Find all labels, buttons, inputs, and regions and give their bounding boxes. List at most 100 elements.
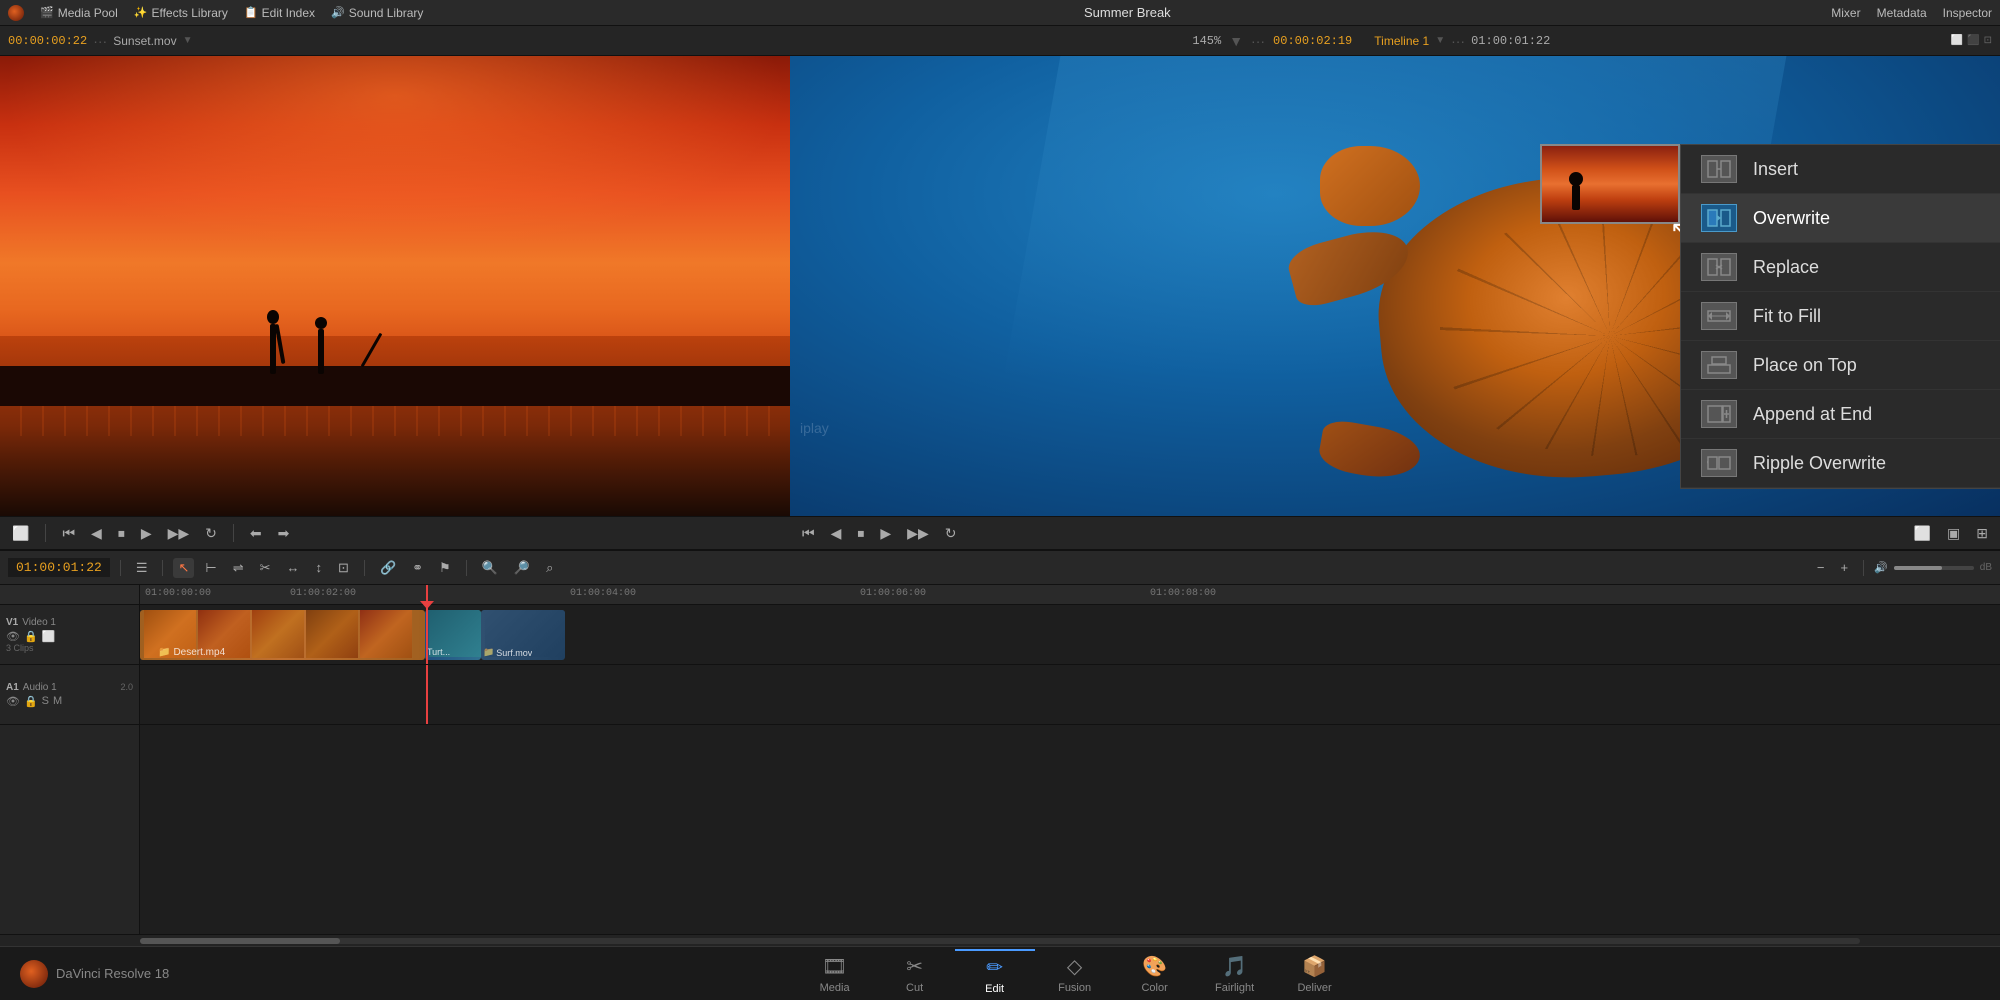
timeline-section: 01:00:01:22 ☰ ↖ ⊢ ⇌ ✂ ↔ ↕ ⊡ 🔗 ⚭ ⚑ 🔍 🔎 ⌕ … — [0, 550, 2000, 934]
a1-header: A1 Audio 1 2.0 👁 🔒 S M — [0, 665, 139, 725]
turtle-clip[interactable]: Turt... — [425, 610, 481, 660]
edit-index-btn[interactable]: 📋 Edit Index — [244, 6, 315, 20]
tl-position-btn[interactable]: ↕ — [311, 558, 328, 577]
prog-play-full-btn[interactable]: ▶▶ — [903, 523, 933, 544]
ctx-append-at-end[interactable]: Append at End — [1681, 390, 2000, 439]
tl-link-btn[interactable]: ⚭ — [407, 558, 428, 578]
append-at-end-icon — [1701, 400, 1737, 428]
nav-edit[interactable]: ✏ Edit — [955, 949, 1035, 999]
prog-skip-start-btn[interactable]: ⏮ — [798, 523, 819, 544]
ctx-ripple-overwrite[interactable]: Ripple Overwrite — [1681, 439, 2000, 488]
tl-dynamic-btn[interactable]: ⇌ — [228, 558, 249, 578]
audio-slider[interactable] — [1894, 566, 1974, 570]
app-logo[interactable] — [8, 5, 24, 21]
nav-deliver[interactable]: 📦 Deliver — [1275, 950, 1355, 998]
overwrite-label: Overwrite — [1753, 208, 1830, 229]
nav-fairlight[interactable]: 🎵 Fairlight — [1195, 950, 1275, 998]
prog-more-btn[interactable]: ⊞ — [1972, 523, 1992, 544]
surf-clip-label: Surf.mov — [496, 648, 532, 658]
source-controls: ⬜ ⏮ ◀ ⏹ ▶ ▶▶ ↻ ⬅ ➡ — [0, 516, 790, 550]
tl-snapping-btn[interactable]: 🔗 — [375, 558, 401, 578]
media-pool-btn[interactable]: 🎬 Media Pool — [40, 6, 118, 20]
tl-zoom-out-btn[interactable]: 🔍 — [477, 558, 503, 578]
program-zoom: 145% — [1192, 34, 1221, 48]
top-bar: 🎬 Media Pool ✨ Effects Library 📋 Edit In… — [0, 0, 2000, 26]
deliver-icon: 📦 — [1302, 954, 1327, 979]
cut-icon: ✂ — [906, 954, 923, 979]
metadata-btn[interactable]: Metadata — [1877, 6, 1927, 20]
tl-flag-btn[interactable]: ⚑ — [434, 558, 456, 578]
nav-color[interactable]: 🎨 Color — [1115, 950, 1195, 998]
ripple-overwrite-icon — [1701, 449, 1737, 477]
prog-play-btn[interactable]: ▶ — [876, 523, 895, 544]
v1-lock-btn[interactable]: 🔒 — [24, 630, 38, 643]
source-prev-btn[interactable]: ◀ — [87, 523, 106, 544]
prog-stop-btn[interactable]: ⏹ — [853, 523, 868, 544]
tl-plus-btn[interactable]: + — [1835, 558, 1853, 577]
track-headers: V1 Video 1 👁 🔒 ⬜ 3 Clips A1 Audi — [0, 585, 140, 934]
timeline-content: 01:00:00:00 01:00:02:00 01:00:04:00 01:0… — [140, 585, 2000, 934]
mixer-btn[interactable]: Mixer — [1831, 6, 1860, 20]
surf-clip[interactable]: 📁 Surf.mov — [481, 610, 565, 660]
inspector-btn[interactable]: Inspector — [1943, 6, 1992, 20]
ctx-place-on-top[interactable]: Place on Top — [1681, 341, 2000, 390]
tl-minus-btn[interactable]: − — [1812, 558, 1830, 577]
a1-lock-btn[interactable]: 🔒 — [24, 695, 38, 708]
ctx-fit-to-fill[interactable]: Fit to Fill — [1681, 292, 2000, 341]
panel-toolbars: 00:00:00:22 ··· Sunset.mov ▼ — [0, 26, 2000, 550]
tl-crop-btn[interactable]: ⊡ — [333, 558, 354, 578]
nav-fusion[interactable]: ◇ Fusion — [1035, 950, 1115, 998]
source-timecode: 00:00:00:22 — [8, 34, 87, 48]
tl-slip-btn[interactable]: ↔ — [282, 558, 305, 577]
insert-label: Insert — [1753, 159, 1798, 180]
prog-fullscreen-btn[interactable]: ⬜ — [1910, 523, 1935, 544]
fit-to-fill-label: Fit to Fill — [1753, 306, 1821, 327]
tl-menu-btn[interactable]: ☰ — [131, 558, 153, 578]
source-preview — [0, 56, 790, 516]
ctx-insert[interactable]: Insert — [1681, 145, 2000, 194]
v1-eye-btn[interactable]: 👁 — [6, 630, 20, 643]
davinci-version: DaVinci Resolve 18 — [56, 966, 169, 981]
source-fullscreen-btn[interactable]: ⬜ — [8, 523, 33, 544]
a1-m-btn[interactable]: M — [53, 695, 62, 708]
tl-search-btn[interactable]: ⌕ — [541, 558, 558, 578]
insert-icon — [1701, 155, 1737, 183]
timeline-scrollbar[interactable] — [0, 934, 2000, 946]
source-play-btn[interactable]: ▶ — [137, 523, 156, 544]
program-duration: 00:00:02:19 — [1273, 34, 1352, 48]
tl-zoom-in-btn[interactable]: 🔎 — [509, 558, 535, 578]
context-menu: Insert Overwrite — [1680, 144, 2000, 489]
timeline-name: Timeline 1 — [1374, 34, 1429, 48]
fairlight-icon: 🎵 — [1222, 954, 1247, 979]
v1-clip-btn[interactable]: ⬜ — [42, 630, 56, 643]
tl-trim-btn[interactable]: ⊢ — [200, 558, 221, 578]
a1-eye-btn[interactable]: 👁 — [6, 695, 20, 708]
prog-prev-btn[interactable]: ◀ — [827, 523, 846, 544]
nav-media[interactable]: 🎞 Media — [795, 950, 875, 998]
tl-select-btn[interactable]: ↖ — [173, 558, 194, 578]
tl-blade-btn[interactable]: ✂ — [255, 558, 276, 578]
source-mark-in-btn[interactable]: ⬅ — [246, 523, 266, 544]
nav-cut[interactable]: ✂ Cut — [875, 950, 955, 998]
source-stop-btn[interactable]: ⏹ — [114, 523, 129, 544]
audio1-name: Audio 1 — [23, 682, 57, 693]
timeline-toolbar: 01:00:01:22 ☰ ↖ ⊢ ⇌ ✂ ↔ ↕ ⊡ 🔗 ⚭ ⚑ 🔍 🔎 ⌕ … — [0, 551, 2000, 585]
project-title: Summer Break — [439, 5, 1815, 20]
ctx-replace[interactable]: Replace — [1681, 243, 2000, 292]
source-panel: 00:00:00:22 ··· Sunset.mov ▼ — [0, 26, 790, 550]
source-next-btn[interactable]: ▶▶ — [164, 523, 194, 544]
watermark: iplay — [800, 420, 829, 436]
turtle-clip-label: Turt... — [427, 647, 450, 657]
source-mark-out-btn[interactable]: ➡ — [274, 523, 294, 544]
prog-pip-btn[interactable]: ▣ — [1943, 523, 1964, 544]
desert-clip[interactable]: 📁 Desert.mp4 — [140, 610, 425, 660]
effects-library-btn[interactable]: ✨ Effects Library — [134, 6, 228, 20]
fusion-icon: ◇ — [1067, 954, 1082, 979]
source-skip-start-btn[interactable]: ⏮ — [58, 523, 79, 544]
prog-loop-btn[interactable]: ↻ — [941, 523, 961, 544]
sound-library-btn[interactable]: 🔊 Sound Library — [331, 6, 423, 20]
ctx-overwrite[interactable]: Overwrite — [1681, 194, 2000, 243]
source-loop-btn[interactable]: ↻ — [201, 523, 221, 544]
a1-s-btn[interactable]: S — [42, 695, 49, 708]
media-icon: 🎞 — [822, 954, 847, 979]
